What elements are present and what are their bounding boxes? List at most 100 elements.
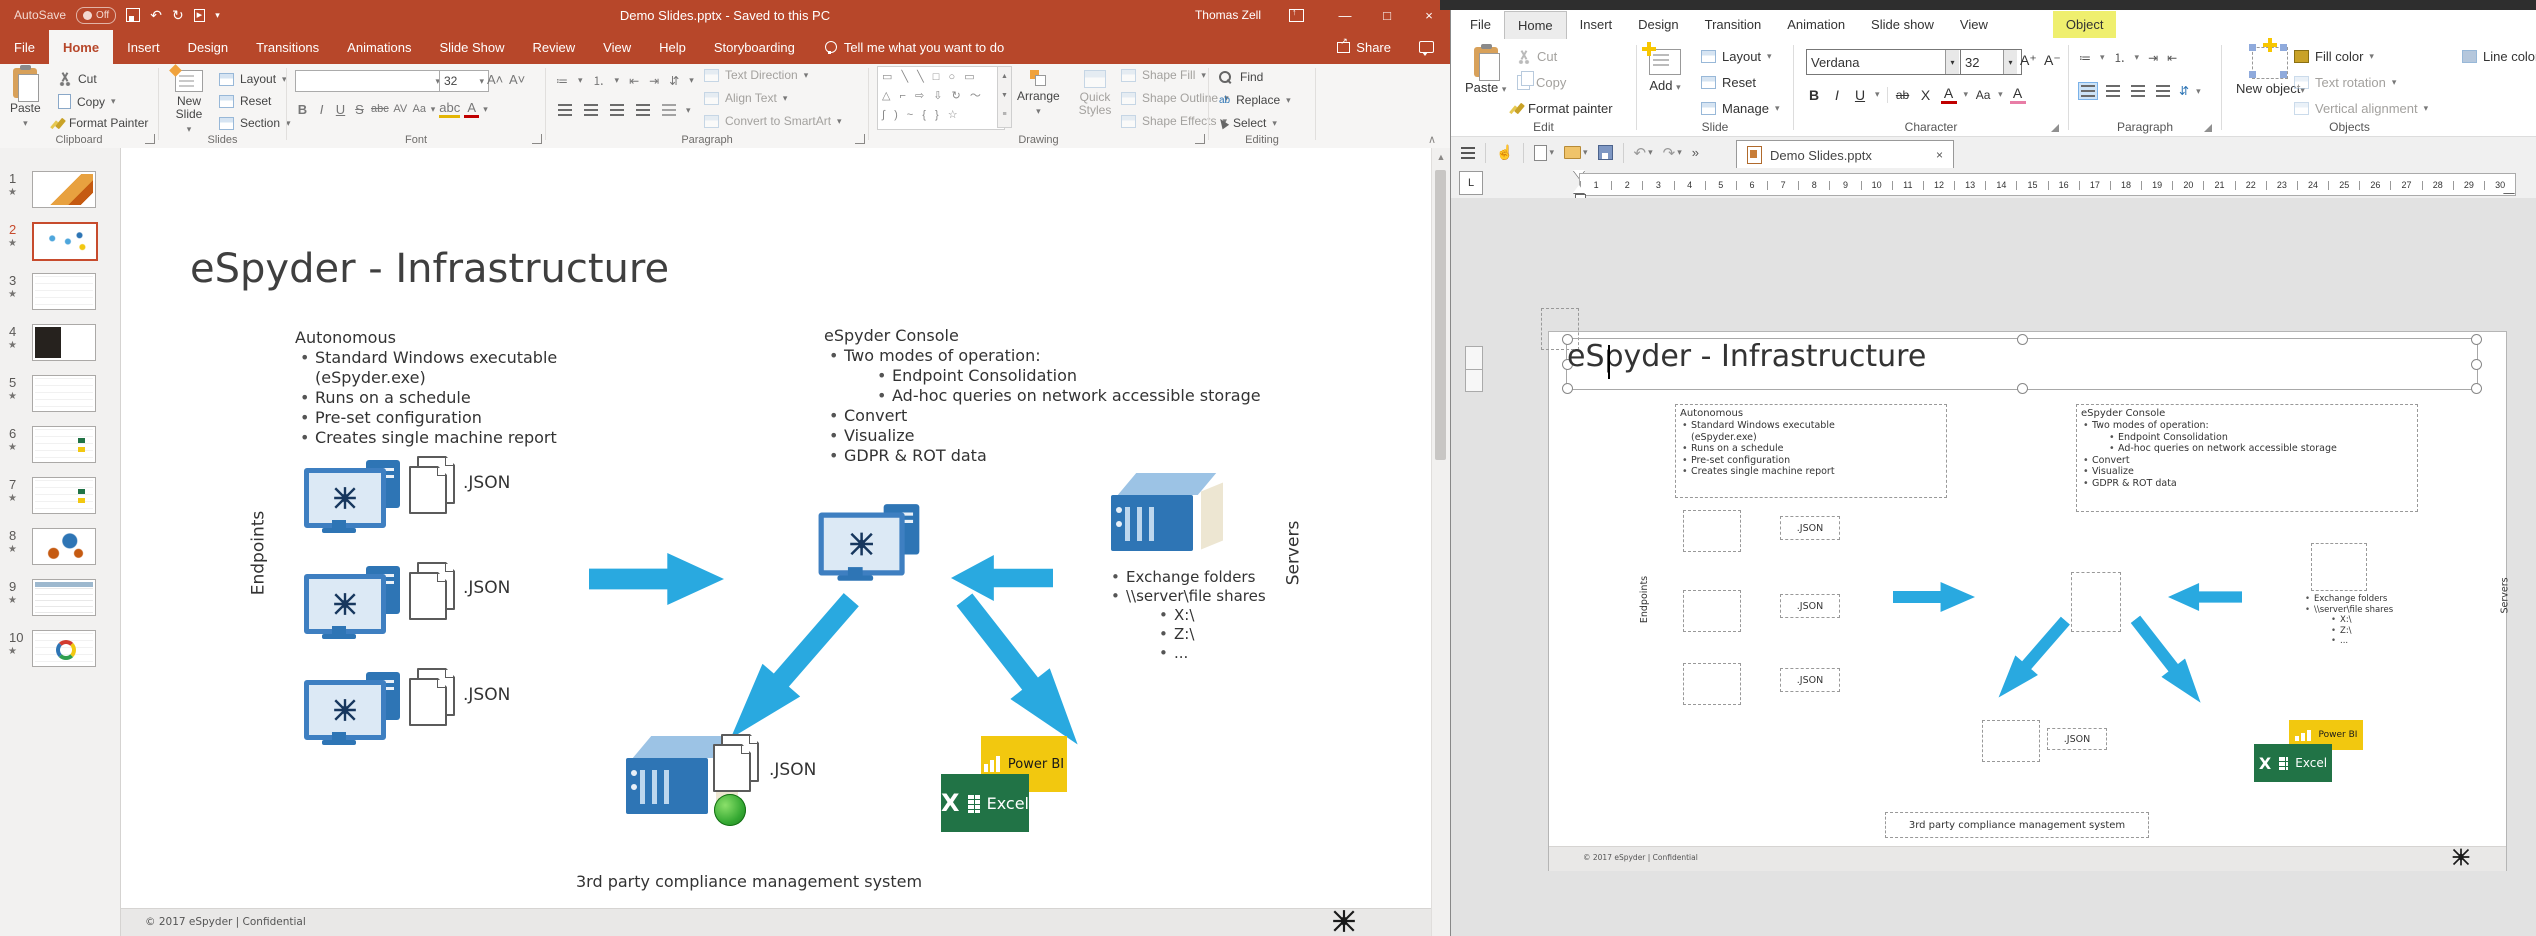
layout-button[interactable]: Layout▾ [219, 72, 287, 86]
arrow-console-to-compliance[interactable] [1987, 611, 2077, 708]
lo-tab-file[interactable]: File [1457, 11, 1504, 38]
convert-smartart-button[interactable]: Convert to SmartArt▾ [704, 114, 842, 128]
format-painter-button[interactable]: Format Painter [58, 116, 148, 130]
replace-button[interactable]: abReplace▾ [1219, 93, 1291, 107]
selection-handle[interactable] [2017, 334, 2028, 345]
lo-tab-insert[interactable]: Insert [1567, 11, 1626, 38]
json-label[interactable]: .JSON [1780, 594, 1840, 618]
lo-add-slide-button[interactable]: Add ▾ [1649, 49, 1681, 93]
select-tool-icon[interactable]: ☝ [1496, 144, 1513, 161]
find-button[interactable]: Find [1219, 70, 1263, 84]
lo-case-button[interactable]: Aa [1975, 88, 1991, 102]
selection-handle[interactable] [2471, 383, 2482, 394]
undo-icon[interactable]: ↶▾ [1634, 144, 1653, 162]
font-name-combo[interactable]: ▾ [295, 70, 445, 92]
lo-tab-home[interactable]: Home [1504, 11, 1567, 39]
editor-vertical-scrollbar[interactable]: ▲ [1431, 148, 1450, 936]
lo-tab-animation[interactable]: Animation [1774, 11, 1858, 38]
slide-thumbnail-7[interactable]: 7★ [0, 474, 120, 525]
highlight-button[interactable]: abc [439, 100, 460, 118]
image-placeholder[interactable] [1683, 590, 1741, 632]
scrollbar-thumb[interactable] [1435, 170, 1446, 460]
lo-bullets-icon[interactable]: ≔ [2079, 51, 2091, 65]
thumbnail-preview[interactable] [32, 579, 96, 616]
lo-paste-button[interactable]: Paste ▾ [1465, 47, 1506, 95]
underline-button[interactable]: U [333, 102, 348, 117]
lo-font-color-button[interactable]: A [1941, 85, 1957, 104]
arrow-console-to-reports[interactable] [2124, 610, 2213, 712]
lo-line-spacing-icon[interactable]: ⇵ [2179, 84, 2189, 98]
shapes-gallery[interactable]: ▭ ╲ ╲ □ ○ ▭ △ ⌐ ⇨ ⇩ ↻ ～ ∫ ) ~ { } ☆ [877, 66, 1005, 130]
lo-text-rotation-button[interactable]: Text rotation▾ [2294, 75, 2396, 90]
paste-button[interactable]: Paste▾ [10, 68, 41, 129]
decrease-indent-icon[interactable]: ⇤ [629, 74, 639, 88]
change-case-button[interactable]: Aa [412, 103, 427, 115]
thumbnail-preview[interactable] [32, 630, 96, 667]
lo-layout-button[interactable]: Layout▾ [1701, 49, 1772, 64]
section-button[interactable]: Section▾ [219, 116, 291, 130]
select-button[interactable]: Select▾ [1219, 116, 1277, 130]
endpoints-label[interactable]: Endpoints [1639, 576, 1650, 623]
lo-tab-design[interactable]: Design [1625, 11, 1691, 38]
shape-fill-button[interactable]: Shape Fill▾ [1121, 68, 1206, 82]
server-shares-textblock[interactable]: Exchange folders\\server\file sharesX:\Z… [2303, 594, 2453, 647]
character-spacing-button[interactable]: AV [393, 103, 408, 115]
indent-marker-bottom[interactable] [1573, 185, 1585, 193]
lo-tab-view[interactable]: View [1947, 11, 2001, 38]
thumbnail-preview[interactable] [32, 477, 96, 514]
thumbnail-preview[interactable] [32, 171, 96, 208]
scroll-up-icon[interactable]: ▲ [1432, 152, 1450, 162]
align-left-icon[interactable] [556, 102, 574, 118]
font-color-button[interactable]: A [464, 100, 479, 118]
lo-manage-button[interactable]: Manage▾ [1701, 101, 1780, 116]
lo-strikethrough-button[interactable]: ab [1895, 88, 1911, 102]
lo-clear-formatting-button[interactable]: A [2010, 85, 2026, 104]
lo-decrease-size-button[interactable]: A⁻ [2044, 52, 2061, 69]
tell-me-box[interactable]: Tell me what you want to do [825, 40, 1004, 55]
image-placeholder[interactable] [2071, 572, 2121, 632]
close-document-icon[interactable]: × [1936, 148, 1943, 162]
cut-button[interactable]: Cut [58, 72, 97, 86]
tab-review[interactable]: Review [519, 30, 590, 64]
thumbnail-preview[interactable] [32, 528, 96, 565]
line-spacing-icon[interactable]: ⇵ [669, 74, 679, 88]
lo-bold-button[interactable]: B [1806, 87, 1822, 103]
slide-thumbnail-10[interactable]: 10★ [0, 627, 120, 678]
tab-design[interactable]: Design [174, 30, 242, 64]
lo-tab-transition[interactable]: Transition [1692, 11, 1775, 38]
tab-storyboarding[interactable]: Storyboarding [700, 30, 809, 64]
thumbnail-preview[interactable] [32, 273, 96, 310]
start-slideshow-icon[interactable]: ▸ [194, 9, 206, 22]
align-right-icon[interactable] [608, 102, 626, 118]
lo-underline-button[interactable]: U [1852, 87, 1868, 103]
font-size-combo[interactable]: 32▾ [439, 70, 489, 92]
autonomous-textblock[interactable]: Autonomous Standard Windows executable (… [295, 328, 595, 448]
ribbon-display-options-icon[interactable] [1289, 9, 1304, 22]
new-document-icon[interactable]: ▾ [1534, 145, 1554, 161]
lo-copy-button[interactable]: Copy [1517, 75, 1566, 90]
document-tab[interactable]: Demo Slides.pptx × [1736, 140, 1954, 169]
lo-italic-button[interactable]: I [1829, 87, 1845, 103]
repeat-icon[interactable]: ↻ [172, 8, 184, 22]
slide-thumbnail-6[interactable]: 6★ [0, 423, 120, 474]
reset-button[interactable]: Reset [219, 94, 271, 108]
autonomous-textblock[interactable]: Autonomous Standard Windows executable (… [1675, 404, 1947, 498]
image-placeholder[interactable] [1683, 663, 1741, 705]
tab-help[interactable]: Help [645, 30, 700, 64]
lo-numbering-icon[interactable]: ⒈ [2114, 49, 2126, 66]
tab-stop-selector[interactable]: L [1459, 171, 1483, 195]
toolbar-overflow-icon[interactable]: » [1692, 145, 1699, 160]
selection-handle[interactable] [2471, 359, 2482, 370]
share-button[interactable]: Share [1337, 40, 1405, 55]
italic-button[interactable]: I [314, 102, 329, 117]
autosave-toggle[interactable]: Off [76, 7, 116, 24]
slide-thumbnail-9[interactable]: 9★ [0, 576, 120, 627]
slide-thumbnail-8[interactable]: 8★ [0, 525, 120, 576]
lo-decrease-indent-icon[interactable]: ⇤ [2167, 51, 2177, 65]
numbering-icon[interactable]: ⒈ [593, 72, 605, 89]
selection-handle[interactable] [2017, 383, 2028, 394]
ruler-numbers[interactable]: 1234567891011121314151617181920212223242… [1579, 173, 2516, 196]
slide-title[interactable]: eSpyder - Infrastructure [1567, 339, 1926, 374]
thumbnail-preview[interactable] [32, 222, 98, 261]
right-indent-marker[interactable] [2503, 185, 2515, 193]
